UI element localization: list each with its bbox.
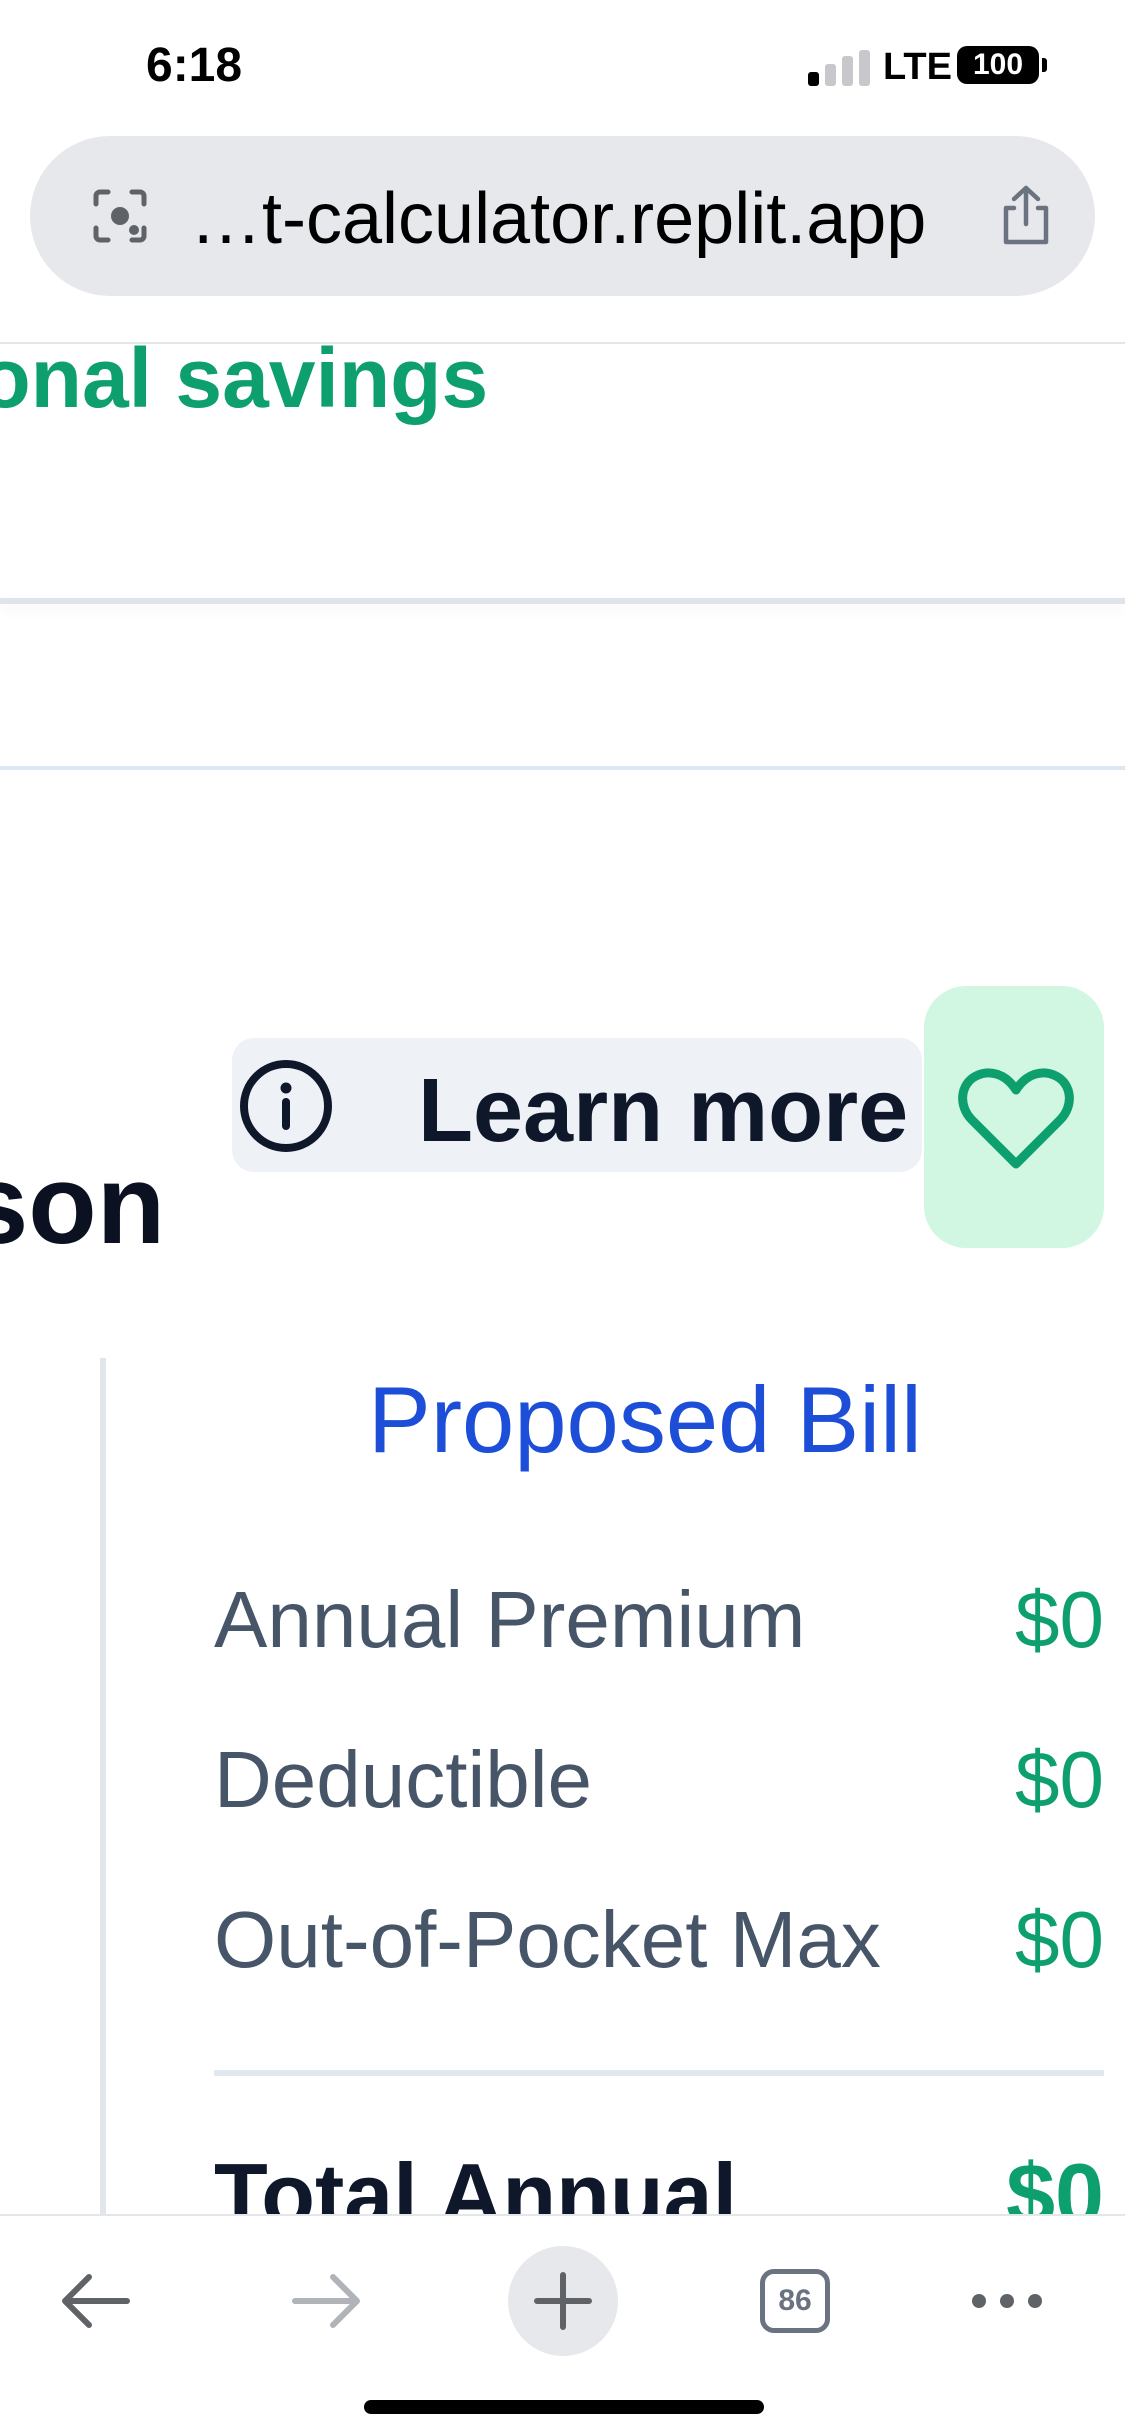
network-type: LTE (883, 46, 952, 88)
proposed-bill-title: Proposed Bill (368, 1367, 922, 1472)
url-text[interactable]: …t-calculator.replit.app (190, 178, 926, 260)
bill-divider (214, 2070, 1104, 2076)
forward-button[interactable] (272, 2246, 382, 2356)
status-bar: 6:18 LTE 100 (0, 0, 1125, 130)
bill-row-annual-premium: Annual Premium $0 (214, 1574, 1114, 1674)
back-arrow-icon (62, 2274, 130, 2328)
heart-icon (958, 1068, 1074, 1169)
column-divider (100, 1358, 106, 2218)
battery-nub (1042, 58, 1047, 72)
battery-icon: 100 (957, 46, 1039, 84)
back-button[interactable] (40, 2246, 150, 2356)
favorite-button[interactable] (924, 986, 1104, 1248)
forward-arrow-icon (292, 2274, 360, 2328)
comparison-heading: son (0, 1142, 166, 1267)
cellular-signal-icon (808, 50, 872, 86)
tabs-count-icon: 86 (760, 2269, 830, 2333)
home-indicator (364, 2400, 764, 2414)
bill-row-label: Deductible (214, 1735, 593, 1824)
more-button[interactable] (952, 2246, 1062, 2356)
status-time: 6:18 (146, 39, 243, 92)
share-icon[interactable] (998, 184, 1054, 248)
learn-more-button[interactable]: Learn more (232, 1038, 922, 1172)
info-icon (240, 1060, 332, 1152)
section-divider (0, 766, 1125, 770)
bill-row-out-of-pocket-max: Out-of-Pocket Max $0 (214, 1894, 1114, 1994)
bill-row-label: Out-of-Pocket Max (214, 1895, 881, 1984)
bill-row-label: Annual Premium (214, 1575, 806, 1664)
savings-heading: ional savings (0, 331, 489, 425)
bill-row-value: $0 (1015, 1575, 1104, 1664)
tabs-button[interactable]: 86 (740, 2246, 850, 2356)
camera-search-icon[interactable] (90, 188, 150, 244)
new-tab-plus-icon (534, 2272, 592, 2330)
bill-row-value: $0 (1015, 1895, 1104, 1984)
bill-row-deductible: Deductible $0 (214, 1734, 1114, 1834)
section-divider (0, 598, 1125, 604)
learn-more-label: Learn more (418, 1061, 909, 1161)
address-bar[interactable]: …t-calculator.replit.app (30, 136, 1095, 296)
bill-row-value: $0 (1015, 1735, 1104, 1824)
new-tab-button[interactable] (508, 2246, 618, 2356)
more-dots-icon (972, 2294, 1042, 2308)
